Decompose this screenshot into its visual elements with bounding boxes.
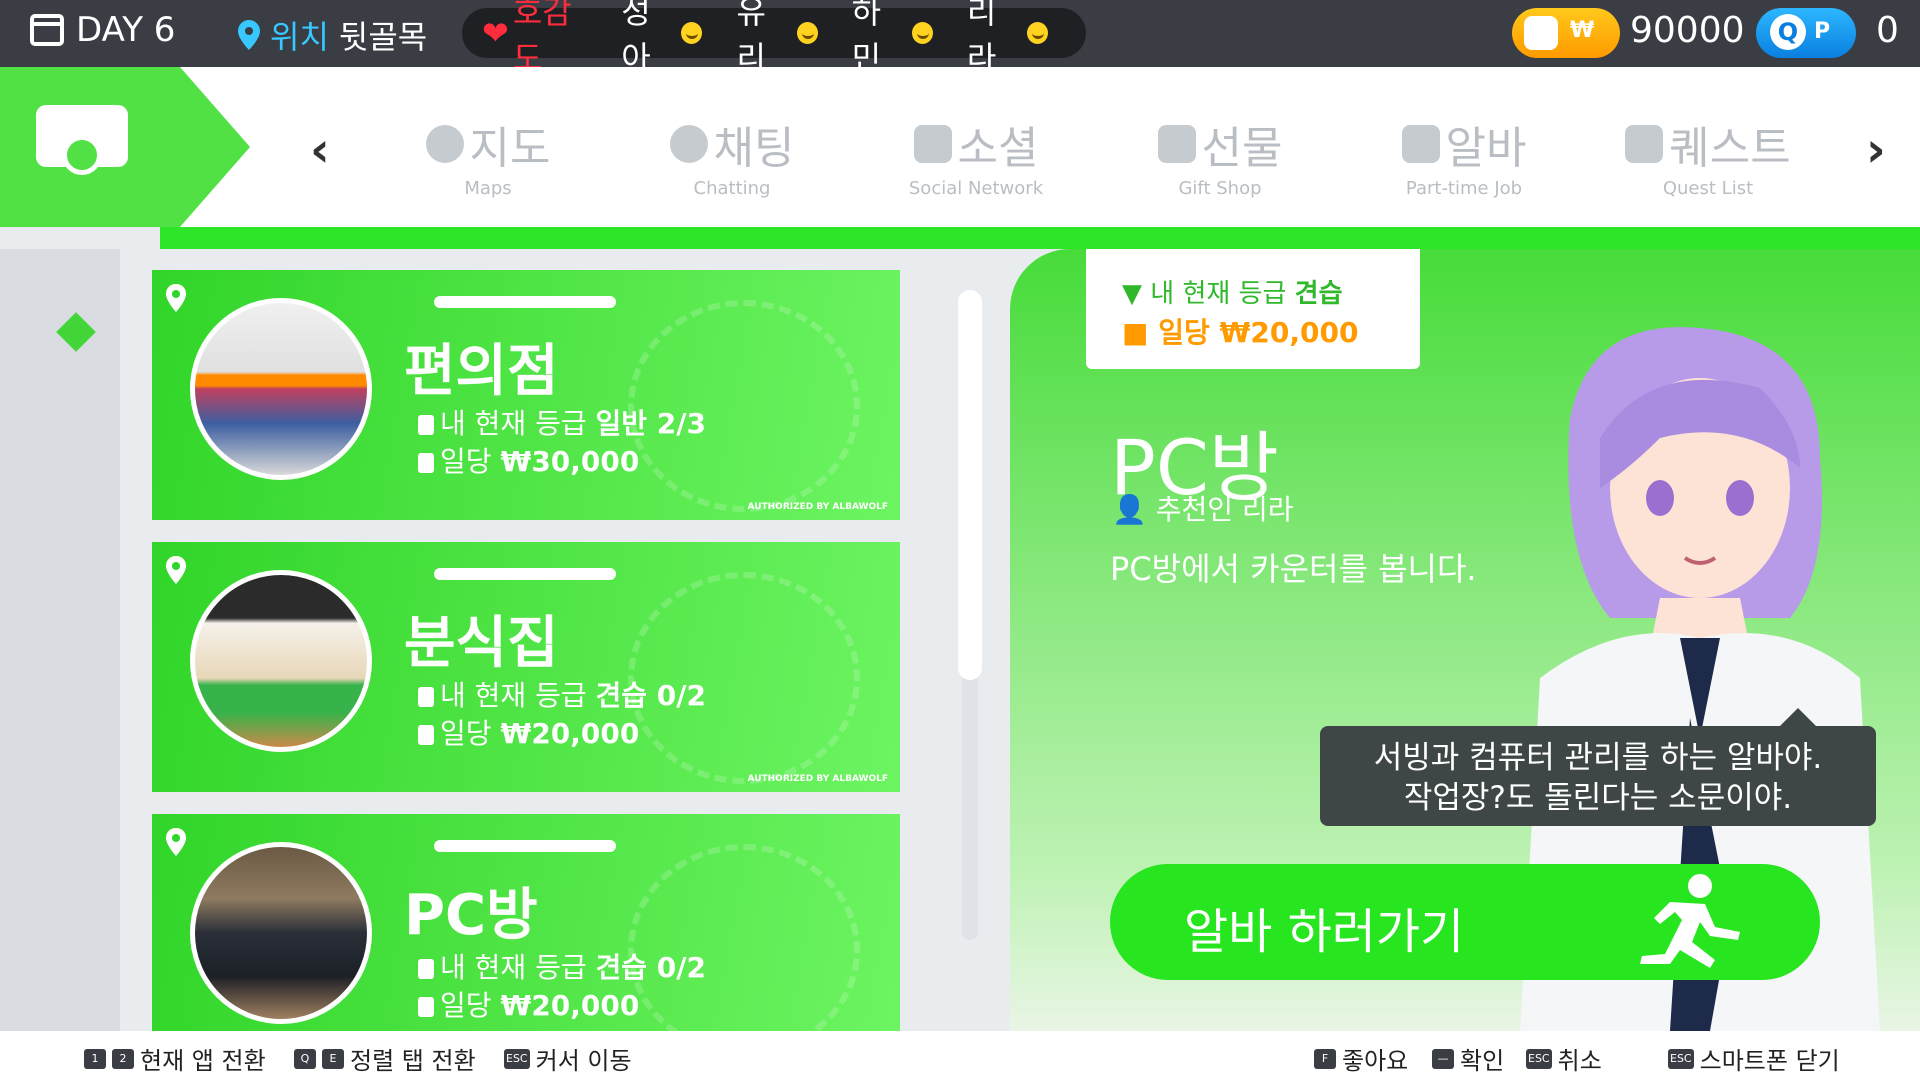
chat-icon bbox=[669, 125, 708, 163]
hint-like: F 좋아요 bbox=[1314, 1041, 1408, 1076]
title-bar-decor bbox=[434, 840, 616, 852]
coin-icon bbox=[418, 997, 434, 1017]
person-icon: 👤 bbox=[1112, 493, 1147, 526]
job-pay: 일당 ₩30,000 bbox=[418, 440, 639, 480]
key-esc-icon: ESC bbox=[504, 1048, 530, 1069]
job-name: 편의점 bbox=[404, 339, 559, 404]
location-name: 뒷골목 bbox=[338, 18, 428, 56]
hint-close-phone: ESC 스마트폰 닫기 bbox=[1668, 1047, 1840, 1075]
qp-badge: Q P bbox=[1756, 8, 1856, 58]
medal-icon bbox=[418, 687, 434, 707]
hint-cancel: ESC 취소 bbox=[1526, 1047, 1602, 1075]
tab-parttime[interactable]: 알바 Part-time Job bbox=[1364, 112, 1564, 199]
go-to-work-button[interactable]: 알바 하러가기 bbox=[1110, 864, 1820, 980]
key-esc-icon: ESC bbox=[1668, 1048, 1694, 1069]
certificate-icon bbox=[36, 105, 128, 175]
smile-icon bbox=[681, 22, 703, 44]
side-decor bbox=[0, 249, 120, 1031]
recommender: 👤 추천인 리라 bbox=[1112, 493, 1294, 526]
location-pin-icon bbox=[166, 284, 186, 312]
day-text: DAY 6 bbox=[76, 10, 176, 50]
calendar-icon bbox=[30, 14, 64, 46]
character-speech-bubble: 서빙과 컴퓨터 관리를 하는 알바야. 작업장?도 돌린다는 소문이야. bbox=[1320, 708, 1876, 826]
list-scrollbar-thumb[interactable] bbox=[958, 290, 982, 680]
location-pin-icon bbox=[166, 828, 186, 856]
hint-switch-sort: Q E 정렬 탭 전환 bbox=[294, 1041, 476, 1076]
qp-value: 0 bbox=[1876, 10, 1899, 51]
top-status-bar: DAY 6 위치 뒷골목 ❤ 호감도 성아 유리 하민 리라 ₩ 90000 Q… bbox=[0, 0, 1920, 77]
money-value: 90000 bbox=[1630, 10, 1745, 51]
key-enter-icon: — bbox=[1432, 1048, 1454, 1069]
coin-icon bbox=[418, 453, 434, 473]
hint-move-cursor: ESC 커서 이동 bbox=[504, 1047, 632, 1075]
job-card-snackbar[interactable]: 분식집 내 현재 등급 견습 0/2 일당 ₩20,000 AUTHORIZED… bbox=[152, 542, 900, 792]
qp-p-letter: P bbox=[1814, 19, 1831, 44]
tab-gift[interactable]: 선물 Gift Shop bbox=[1120, 112, 1320, 199]
key-1-icon: 1 bbox=[84, 1048, 106, 1069]
person-icon bbox=[1524, 16, 1558, 50]
key-2-icon: 2 bbox=[112, 1048, 134, 1069]
tab-social[interactable]: 소셜 Social Network bbox=[876, 112, 1076, 199]
hint-switch-app: 1 2 현재 앱 전환 bbox=[84, 1041, 266, 1076]
money-badge: ₩ bbox=[1512, 8, 1620, 58]
social-icon bbox=[913, 125, 952, 163]
authorized-text: AUTHORIZED BY ALBAWOLF bbox=[747, 774, 888, 784]
authorized-text: AUTHORIZED BY ALBAWOLF bbox=[747, 502, 888, 512]
job-pay: 일당 ₩20,000 bbox=[418, 712, 639, 752]
nav-underline bbox=[160, 227, 1920, 249]
location-label: 위치 bbox=[270, 18, 329, 56]
job-name: PC방 bbox=[404, 883, 538, 948]
job-grade: 내 현재 등급 견습 0/2 bbox=[418, 946, 706, 986]
smile-icon bbox=[911, 22, 933, 44]
coin-icon bbox=[418, 725, 434, 745]
coin-icon: ■ bbox=[1122, 316, 1149, 349]
key-q-icon: Q bbox=[294, 1048, 316, 1069]
key-e-icon: E bbox=[322, 1048, 344, 1069]
affinity-bar[interactable]: ❤ 호감도 성아 유리 하민 리라 bbox=[462, 0, 1086, 77]
nav-prev-button[interactable]: ‹ bbox=[310, 122, 330, 178]
pcbang-photo bbox=[190, 842, 372, 1024]
day-indicator: DAY 6 bbox=[30, 10, 175, 50]
job-name: 분식집 bbox=[404, 611, 559, 676]
control-hints-bar: 1 2 현재 앱 전환 Q E 정렬 탭 전환 ESC 커서 이동 F 좋아요 — 확인 ES… bbox=[0, 1031, 1920, 1080]
job-icon bbox=[1401, 125, 1440, 163]
gift-icon bbox=[1157, 125, 1196, 163]
title-bar-decor bbox=[434, 296, 616, 308]
tab-maps[interactable]: 지도 Maps bbox=[388, 112, 588, 199]
job-grade: 내 현재 등급 견습 0/2 bbox=[418, 674, 706, 714]
medal-icon bbox=[418, 959, 434, 979]
snackbar-photo bbox=[190, 570, 372, 752]
job-card-convenience[interactable]: 편의점 내 현재 등급 일반 2/3 일당 ₩30,000 AUTHORIZED… bbox=[152, 270, 900, 520]
qp-q-icon: Q bbox=[1770, 14, 1806, 50]
map-pin-icon bbox=[425, 125, 464, 163]
location-indicator: 위치 뒷골목 bbox=[238, 12, 427, 58]
medal-icon bbox=[418, 415, 434, 435]
key-f-icon: F bbox=[1314, 1048, 1336, 1069]
laurel-watermark bbox=[628, 844, 860, 1031]
grade-card: ▼ 내 현재 등급 견습 ■ 일당 ₩20,000 bbox=[1086, 249, 1420, 369]
heart-icon: ❤ bbox=[482, 14, 509, 52]
hint-confirm: — 확인 bbox=[1432, 1041, 1504, 1076]
won-symbol: ₩ bbox=[1570, 18, 1595, 43]
seal-icon bbox=[62, 135, 102, 175]
job-card-pcbang[interactable]: PC방 내 현재 등급 견습 0/2 일당 ₩20,000 bbox=[152, 814, 900, 1031]
tab-chatting[interactable]: 채팅 Chatting bbox=[632, 112, 832, 199]
location-pin-icon bbox=[238, 20, 260, 50]
job-description: PC방에서 카운터를 봅니다. bbox=[1110, 550, 1477, 588]
medal-icon: ▼ bbox=[1122, 279, 1142, 309]
location-pin-icon bbox=[166, 556, 186, 584]
smile-icon bbox=[796, 22, 818, 44]
key-esc-icon: ESC bbox=[1526, 1048, 1552, 1069]
quest-icon bbox=[1625, 125, 1664, 163]
title-bar-decor bbox=[434, 568, 616, 580]
nav-next-button[interactable]: › bbox=[1866, 122, 1886, 178]
smile-icon bbox=[1027, 22, 1049, 44]
tab-quest[interactable]: 퀘스트 Quest List bbox=[1608, 112, 1808, 199]
convenience-store-photo bbox=[190, 298, 372, 480]
job-grade: 내 현재 등급 일반 2/3 bbox=[418, 402, 706, 442]
job-pay: 일당 ₩20,000 bbox=[418, 984, 639, 1024]
running-man-icon bbox=[1640, 874, 1740, 968]
